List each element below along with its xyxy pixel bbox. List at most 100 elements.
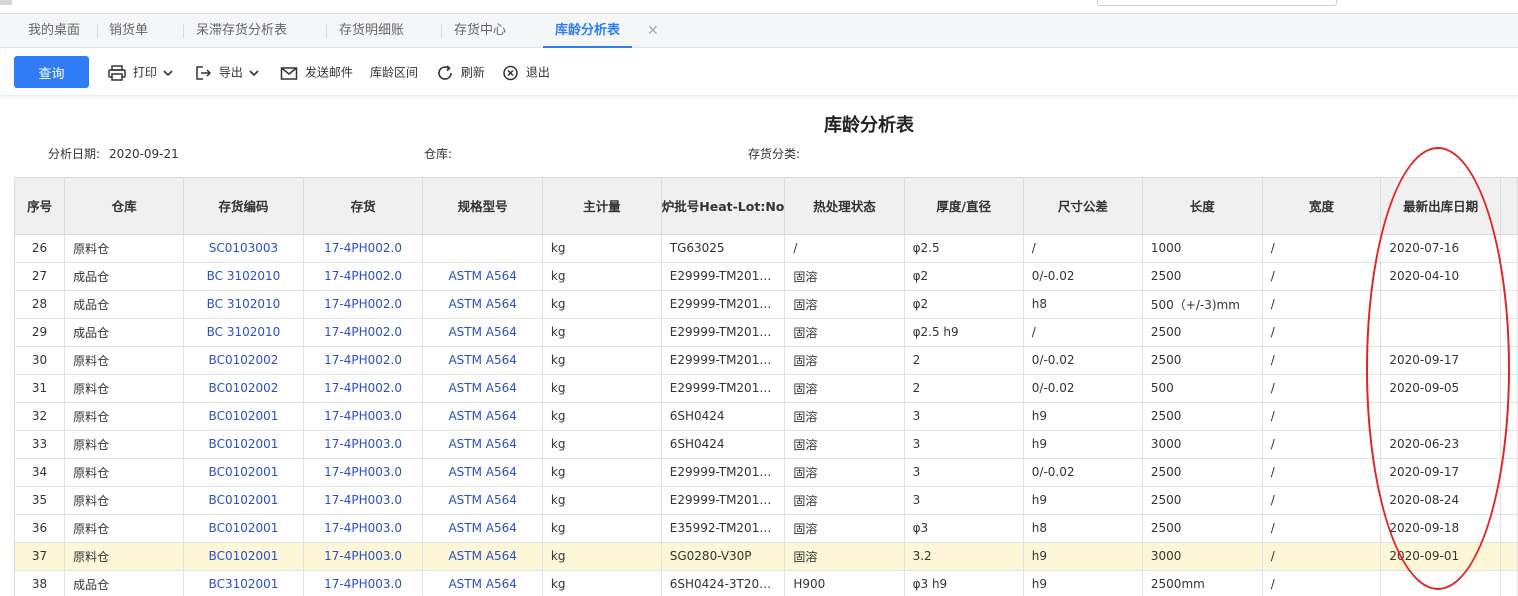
cell-item[interactable]: 17-4PH002.0 — [303, 318, 424, 347]
cell-heat-treatment: 固溶 — [784, 290, 905, 319]
column-header-tolerance[interactable]: 尺寸公差 — [1023, 178, 1143, 235]
cell-item-code[interactable]: BC0102002 — [183, 374, 304, 403]
cell-item-code[interactable]: BC0102001 — [183, 402, 304, 431]
cell-filler — [1500, 262, 1518, 291]
cell-heat-lot: SG0280-V30P — [661, 542, 786, 571]
cell-item[interactable]: 17-4PH003.0 — [303, 570, 424, 596]
column-header-item-code[interactable]: 存货编码 — [183, 178, 304, 235]
column-header-thickness[interactable]: 厚度/直径 — [904, 178, 1024, 235]
table-row[interactable]: 27 成品仓 BC 3102010 17-4PH002.0 ASTM A564 kg E29… — [15, 262, 1518, 291]
cell-spec[interactable]: ASTM A564 — [422, 402, 543, 431]
cell-spec[interactable]: ASTM A564 — [422, 318, 543, 347]
cell-item[interactable]: 17-4PH003.0 — [303, 514, 424, 543]
tab-sales-order[interactable]: 销货单 — [109, 14, 148, 48]
logo-fragment — [0, 0, 12, 5]
cell-item-code[interactable]: BC0102001 — [183, 458, 304, 487]
cell-spec[interactable]: ASTM A564 — [422, 570, 543, 596]
age-range-button[interactable]: 库龄区间 — [370, 62, 418, 82]
tab-stock-age-analysis[interactable]: 库龄分析表 ✕ — [543, 14, 659, 48]
cell-item[interactable]: 17-4PH003.0 — [303, 402, 424, 431]
refresh-button[interactable]: 刷新 — [437, 62, 485, 82]
cell-spec[interactable]: ASTM A564 — [422, 430, 543, 459]
cell-spec[interactable]: ASTM A564 — [422, 514, 543, 543]
cell-length: 2500 — [1142, 318, 1263, 347]
cell-item[interactable]: 17-4PH002.0 — [303, 374, 424, 403]
cell-spec[interactable]: ASTM A564 — [422, 374, 543, 403]
cell-seq: 36 — [15, 514, 66, 543]
cell-thickness: φ3 h9 — [904, 570, 1024, 596]
column-header-warehouse[interactable]: 仓库 — [64, 178, 185, 235]
cell-length: 2500 — [1142, 514, 1263, 543]
column-header-width[interactable]: 宽度 — [1262, 178, 1382, 235]
tab-inventory-ledger[interactable]: 存货明细账 — [339, 14, 404, 48]
cell-item-code[interactable]: BC0102001 — [183, 430, 304, 459]
cell-item[interactable]: 17-4PH002.0 — [303, 234, 424, 263]
cell-spec[interactable]: ASTM A564 — [422, 262, 543, 291]
age-range-label: 库龄区间 — [370, 65, 419, 80]
table-row[interactable]: 37 原料仓 BC0102001 17-4PH003.0 ASTM A564 kg SG02… — [15, 542, 1518, 571]
column-header-length[interactable]: 长度 — [1142, 178, 1263, 235]
cell-item-code[interactable]: BC0102001 — [183, 542, 304, 571]
cell-thickness: φ3 — [904, 514, 1024, 543]
send-email-label: 发送邮件 — [304, 65, 353, 80]
exit-button[interactable]: 退出 — [502, 62, 550, 82]
export-label: 导出 — [218, 65, 243, 80]
cell-item[interactable]: 17-4PH002.0 — [303, 290, 424, 319]
cell-item-code[interactable]: BC0102001 — [183, 514, 304, 543]
cell-item[interactable]: 17-4PH003.0 — [303, 458, 424, 487]
column-header-unit[interactable]: 主计量 — [542, 178, 662, 235]
table-row[interactable]: 28 成品仓 BC 3102010 17-4PH002.0 ASTM A564 kg E29… — [15, 290, 1518, 319]
cell-spec[interactable]: ASTM A564 — [422, 290, 543, 319]
column-header-seq[interactable]: 序号 — [15, 178, 66, 235]
close-icon[interactable]: ✕ — [647, 14, 659, 48]
tab-desktop[interactable]: 我的桌面 — [28, 14, 80, 48]
cell-spec[interactable]: ASTM A564 — [422, 542, 543, 571]
table-row[interactable]: 29 成品仓 BC 3102010 17-4PH002.0 ASTM A564 kg E29… — [15, 318, 1518, 347]
cell-spec[interactable] — [422, 234, 543, 263]
table-row[interactable]: 31 原料仓 BC0102002 17-4PH002.0 ASTM A564 kg E299… — [15, 374, 1518, 403]
cell-spec[interactable]: ASTM A564 — [422, 458, 543, 487]
tab-stagnant-inventory[interactable]: 呆滞存货分析表 — [196, 14, 287, 48]
cell-item-code[interactable]: BC 3102010 — [183, 290, 304, 319]
cell-thickness: 3 — [904, 402, 1024, 431]
cell-heat-treatment: 固溶 — [784, 430, 905, 459]
print-label: 打印 — [132, 65, 157, 80]
table-row[interactable]: 26 原料仓 SC0103003 17-4PH002.0 kg TG63025/φ2.5/… — [15, 234, 1518, 263]
cell-item-code[interactable]: BC0102002 — [183, 346, 304, 375]
table-row[interactable]: 35 原料仓 BC0102001 17-4PH003.0 ASTM A564 kg E299… — [15, 486, 1518, 515]
column-header-item[interactable]: 存货 — [303, 178, 424, 235]
cell-item-code[interactable]: BC3102001 — [183, 570, 304, 596]
tab-inventory-center[interactable]: 存货中心 — [454, 14, 506, 48]
column-header-spec[interactable]: 规格型号 — [422, 178, 543, 235]
table-row[interactable]: 30 原料仓 BC0102002 17-4PH002.0 ASTM A564 kg E299… — [15, 346, 1518, 375]
tab-divider — [441, 24, 442, 38]
cell-spec[interactable]: ASTM A564 — [422, 486, 543, 515]
cell-last-out-date — [1380, 290, 1501, 319]
cell-item[interactable]: 17-4PH002.0 — [303, 262, 424, 291]
query-button[interactable]: 查询 — [14, 56, 89, 88]
cell-item-code[interactable]: BC 3102010 — [183, 318, 304, 347]
cell-item[interactable]: 17-4PH003.0 — [303, 542, 424, 571]
print-button[interactable]: 打印 — [108, 62, 173, 82]
global-search-input[interactable] — [1097, 0, 1337, 6]
cell-spec[interactable]: ASTM A564 — [422, 346, 543, 375]
cell-item-code[interactable]: SC0103003 — [183, 234, 304, 263]
table-row[interactable]: 33 原料仓 BC0102001 17-4PH003.0 ASTM A564 kg 6SH0… — [15, 430, 1518, 459]
table-row[interactable]: 38 成品仓 BC3102001 17-4PH003.0 ASTM A564 kg 6SH0… — [15, 570, 1518, 596]
cell-item-code[interactable]: BC0102001 — [183, 486, 304, 515]
column-header-heat-lot[interactable]: 炉批号Heat-Lot:No — [661, 178, 786, 235]
export-button[interactable]: 导出 — [194, 62, 259, 82]
cell-heat-treatment: / — [784, 234, 905, 263]
cell-item[interactable]: 17-4PH002.0 — [303, 346, 424, 375]
tab-label: 存货中心 — [454, 23, 507, 38]
send-email-button[interactable]: 发送邮件 — [280, 62, 353, 82]
table-row[interactable]: 36 原料仓 BC0102001 17-4PH003.0 ASTM A564 kg E359… — [15, 514, 1518, 543]
column-header-heat-treatment[interactable]: 热处理状态 — [784, 178, 905, 235]
cell-unit: kg — [542, 346, 662, 375]
cell-item[interactable]: 17-4PH003.0 — [303, 486, 424, 515]
column-header-last-out-date[interactable]: 最新出库日期 — [1380, 178, 1501, 235]
table-row[interactable]: 32 原料仓 BC0102001 17-4PH003.0 ASTM A564 kg 6SH0… — [15, 402, 1518, 431]
cell-item-code[interactable]: BC 3102010 — [183, 262, 304, 291]
cell-item[interactable]: 17-4PH003.0 — [303, 430, 424, 459]
table-row[interactable]: 34 原料仓 BC0102001 17-4PH003.0 ASTM A564 kg E299… — [15, 458, 1518, 487]
